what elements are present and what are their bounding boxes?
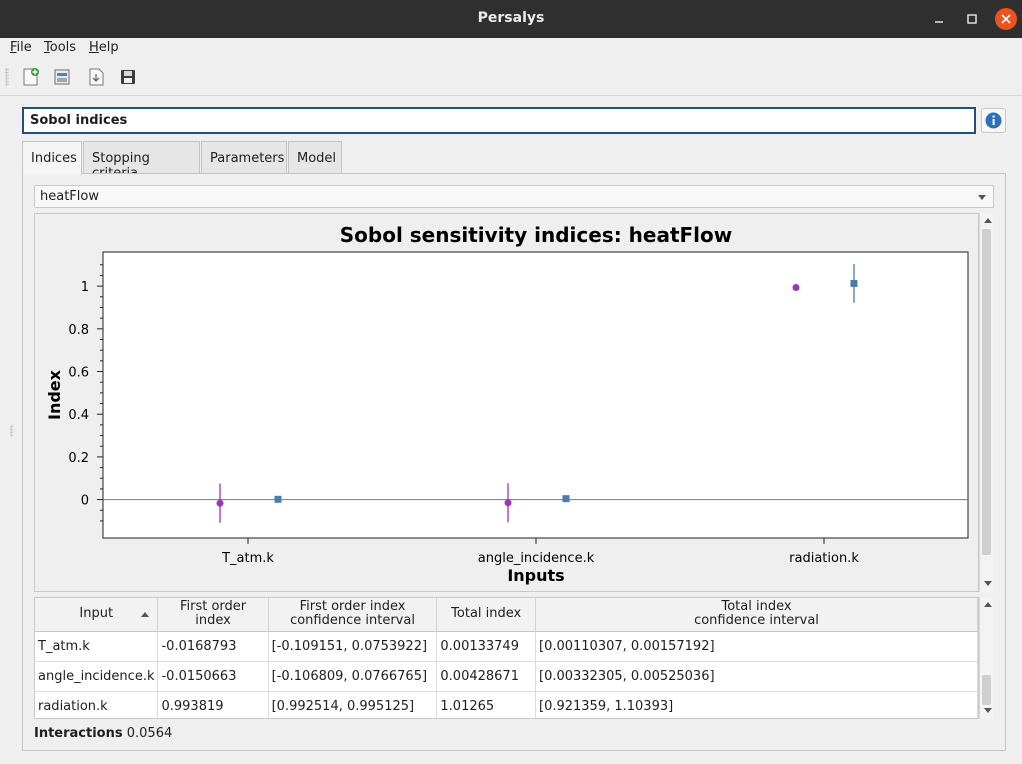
table-cell[interactable]: [-0.109151, 0.0753922]	[268, 631, 438, 662]
table-cell[interactable]: [-0.106809, 0.0766765]	[268, 661, 438, 692]
x-axis-label: Inputs	[507, 566, 564, 585]
table-cell[interactable]: [0.00110307, 0.00157192]	[535, 631, 978, 662]
column-header-total-ci[interactable]: Total index confidence interval	[535, 598, 978, 632]
table-cell[interactable]: 0.993819	[157, 691, 269, 718]
splitter-handle[interactable]	[10, 425, 13, 437]
table-row[interactable]: angle_incidence.k -0.0150663 [-0.106809,…	[35, 661, 978, 692]
y-tick-label: 1	[81, 280, 89, 295]
table-cell[interactable]: 1.01265	[436, 691, 536, 718]
table-cell[interactable]: 0.00133749	[436, 631, 536, 662]
table-row[interactable]: T_atm.k -0.0168793 [-0.109151, 0.0753922…	[35, 631, 978, 662]
close-icon	[1001, 14, 1011, 24]
y-tick-label: 0.8	[68, 323, 89, 338]
y-tick-label: 0.2	[68, 451, 89, 466]
column-header-first-order-ci[interactable]: First order index confidence interval	[268, 598, 438, 632]
table-cell[interactable]: radiation.k	[35, 691, 159, 718]
table-cell[interactable]: -0.0150663	[157, 661, 269, 692]
table-cell[interactable]: [0.00332305, 0.00525036]	[535, 661, 978, 692]
chart-title: Sobol sensitivity indices: heatFlow	[340, 223, 733, 247]
y-tick-label: 0.6	[68, 366, 89, 381]
chart-scroll-thumb[interactable]	[982, 229, 991, 555]
tab-stopping-criteria[interactable]: Stopping criteria	[83, 141, 200, 181]
sort-ascending-icon	[141, 612, 150, 617]
info-button[interactable]	[981, 108, 1006, 133]
open-study-icon	[54, 69, 70, 85]
first_order-point	[216, 499, 224, 507]
first_order-point	[792, 283, 800, 291]
total-point	[562, 495, 570, 503]
toolbar	[0, 58, 1022, 96]
plot-area	[102, 251, 969, 539]
table-header-row: Input First order index First order inde…	[35, 598, 978, 632]
menu-file[interactable]: File	[10, 40, 32, 55]
column-header-total[interactable]: Total index	[436, 598, 536, 632]
window-title: Persalys	[477, 10, 545, 26]
table-scrollbar[interactable]	[979, 597, 993, 719]
y-tick-label: 0	[81, 494, 89, 509]
table-cell[interactable]: T_atm.k	[35, 631, 159, 662]
close-button[interactable]	[995, 8, 1017, 30]
y-tick-label: 0.4	[68, 408, 89, 423]
scroll-up-icon[interactable]	[984, 602, 992, 607]
maximize-button[interactable]	[961, 8, 983, 30]
tab-indices[interactable]: Indices	[22, 141, 82, 175]
indices-table: Input First order index First order inde…	[34, 597, 979, 719]
chevron-down-icon	[978, 195, 986, 200]
interactions-readout: Interactions 0.0564	[34, 726, 172, 741]
column-header-first-order[interactable]: First order index	[157, 598, 269, 632]
table-cell[interactable]: angle_incidence.k	[35, 661, 159, 692]
scroll-up-icon[interactable]	[984, 218, 992, 223]
x-tick-label: angle_incidence.k	[478, 551, 595, 566]
maximize-icon	[967, 14, 977, 24]
interactions-label: Interactions	[34, 726, 123, 741]
save-button[interactable]	[117, 66, 139, 88]
table-cell[interactable]: -0.0168793	[157, 631, 269, 662]
analysis-name-field[interactable]: Sobol indices	[22, 107, 976, 134]
table-cell[interactable]: [0.992514, 0.995125]	[268, 691, 438, 718]
menu-bar: File Tools Help	[0, 38, 1022, 58]
output-select[interactable]: heatFlow	[34, 185, 994, 208]
tab-parameters[interactable]: Parameters	[201, 141, 287, 173]
import-python-button[interactable]	[85, 66, 107, 88]
table-cell[interactable]: [0.921359, 1.10393]	[535, 691, 978, 718]
total-point	[274, 495, 282, 503]
table-scroll-thumb[interactable]	[982, 675, 991, 705]
column-header-input[interactable]: Input	[35, 598, 159, 632]
x-tick-label: radiation.k	[789, 551, 859, 566]
chart-area: Sobol sensitivity indices: heatFlow Inde…	[34, 213, 979, 592]
minimize-icon	[935, 21, 943, 23]
interactions-value: 0.0564	[126, 726, 173, 741]
first_order-point	[504, 499, 512, 507]
menu-help[interactable]: Help	[89, 40, 119, 55]
new-study-icon	[23, 68, 39, 86]
scroll-down-icon[interactable]	[984, 581, 992, 586]
title-bar: Persalys	[0, 0, 1022, 38]
menu-tools[interactable]: Tools	[44, 40, 76, 55]
save-icon	[121, 70, 135, 84]
import-python-icon	[89, 68, 104, 86]
sobol-chart: Sobol sensitivity indices: heatFlow Inde…	[45, 223, 969, 585]
table-cell[interactable]: 0.00428671	[436, 661, 536, 692]
minimize-button[interactable]	[928, 8, 950, 30]
open-study-button[interactable]	[51, 66, 73, 88]
new-study-button[interactable]	[20, 66, 42, 88]
tab-model[interactable]: Model	[288, 141, 342, 173]
chart-scrollbar[interactable]	[979, 213, 993, 592]
y-axis-label: Index	[45, 369, 64, 420]
toolbar-grip[interactable]	[5, 68, 9, 86]
info-icon	[985, 112, 1002, 129]
table-row[interactable]: radiation.k 0.993819 [0.992514, 0.995125…	[35, 691, 978, 718]
x-tick-label: T_atm.k	[221, 551, 274, 566]
total-point	[850, 279, 858, 287]
scroll-down-icon[interactable]	[984, 708, 992, 713]
output-select-value: heatFlow	[40, 189, 99, 204]
